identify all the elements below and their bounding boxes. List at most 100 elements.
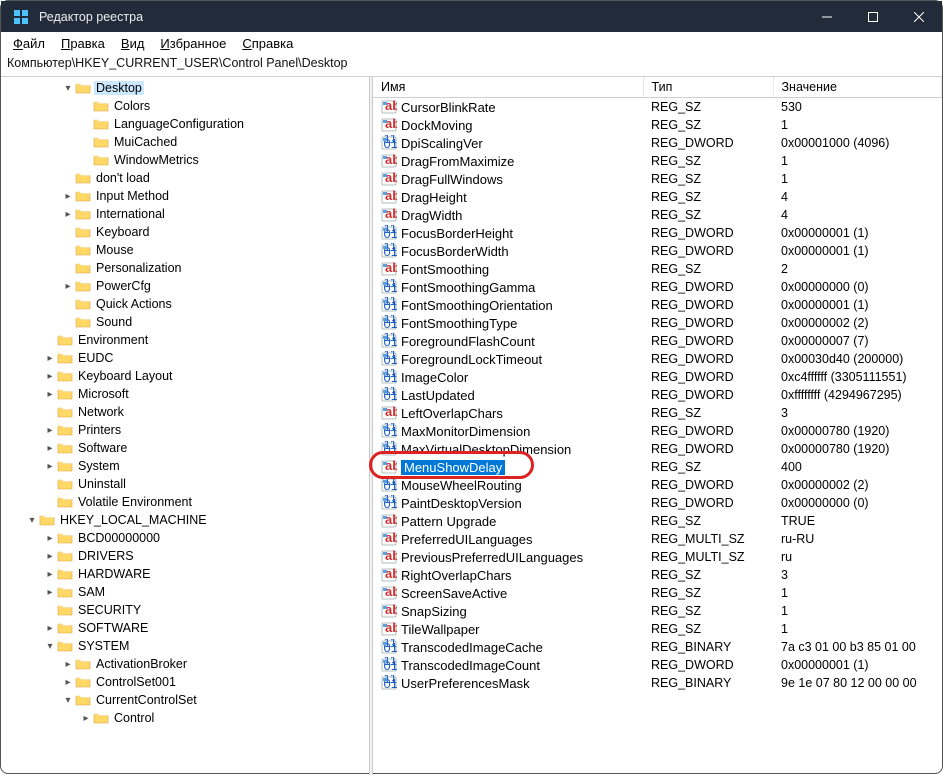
tree-item[interactable]: ▸MuiCached xyxy=(1,133,369,151)
tree-item[interactable]: ▾HKEY_LOCAL_MACHINE xyxy=(1,511,369,529)
tree-item[interactable]: ▸Microsoft xyxy=(1,385,369,403)
value-row[interactable]: FontSmoothingTypeREG_DWORD0x00000002 (2) xyxy=(373,314,942,332)
tree-item[interactable]: ▾CurrentControlSet xyxy=(1,691,369,709)
value-row[interactable]: TranscodedImageCacheREG_BINARY7a c3 01 0… xyxy=(373,638,942,656)
tree-item[interactable]: ▸WindowMetrics xyxy=(1,151,369,169)
tree-item[interactable]: ▸Sound xyxy=(1,313,369,331)
value-row[interactable]: ForegroundLockTimeoutREG_DWORD0x00030d40… xyxy=(373,350,942,368)
values-pane[interactable]: Имя Тип Значение CursorBlinkRateREG_SZ53… xyxy=(373,77,942,775)
menu-favorites[interactable]: Избранное xyxy=(152,34,234,53)
value-row[interactable]: CursorBlinkRateREG_SZ530 xyxy=(373,98,942,117)
chevron-right-icon[interactable]: ▸ xyxy=(43,459,57,473)
chevron-right-icon[interactable]: ▸ xyxy=(43,441,57,455)
tree-item[interactable]: ▸Keyboard Layout xyxy=(1,367,369,385)
value-row[interactable]: RightOverlapCharsREG_SZ3 xyxy=(373,566,942,584)
chevron-right-icon[interactable]: ▸ xyxy=(43,621,57,635)
value-row[interactable]: DragFromMaximizeREG_SZ1 xyxy=(373,152,942,170)
menu-help[interactable]: Справка xyxy=(234,34,301,53)
tree-item[interactable]: ▸SAM xyxy=(1,583,369,601)
tree-item[interactable]: ▸SECURITY xyxy=(1,601,369,619)
value-row[interactable]: MouseWheelRoutingREG_DWORD0x00000002 (2) xyxy=(373,476,942,494)
value-row[interactable]: PreferredUILanguagesREG_MULTI_SZru-RU xyxy=(373,530,942,548)
tree-item[interactable]: ▸Uninstall xyxy=(1,475,369,493)
tree-item[interactable]: ▸LanguageConfiguration xyxy=(1,115,369,133)
chevron-right-icon[interactable]: ▸ xyxy=(43,351,57,365)
chevron-right-icon[interactable]: ▸ xyxy=(43,585,57,599)
value-row[interactable]: MaxMonitorDimensionREG_DWORD0x00000780 (… xyxy=(373,422,942,440)
tree-item[interactable]: ▸Environment xyxy=(1,331,369,349)
titlebar[interactable]: Редактор реестра xyxy=(1,1,942,32)
value-row[interactable]: FontSmoothingOrientationREG_DWORD0x00000… xyxy=(373,296,942,314)
tree-item[interactable]: ▸PowerCfg xyxy=(1,277,369,295)
address-bar[interactable]: Компьютер\HKEY_CURRENT_USER\Control Pane… xyxy=(1,54,942,76)
tree-item[interactable]: ▸BCD00000000 xyxy=(1,529,369,547)
value-row[interactable]: ForegroundFlashCountREG_DWORD0x00000007 … xyxy=(373,332,942,350)
chevron-right-icon[interactable]: ▸ xyxy=(43,549,57,563)
chevron-down-icon[interactable]: ▾ xyxy=(43,639,57,653)
tree-pane[interactable]: ▾Desktop▸Colors▸LanguageConfiguration▸Mu… xyxy=(1,77,369,775)
value-row[interactable]: MenuShowDelayREG_SZ400 xyxy=(373,458,942,476)
tree-item[interactable]: ▸Volatile Environment xyxy=(1,493,369,511)
tree-item[interactable]: ▸Control xyxy=(1,709,369,727)
tree-item[interactable]: ▸EUDC xyxy=(1,349,369,367)
value-row[interactable]: DragHeightREG_SZ4 xyxy=(373,188,942,206)
chevron-right-icon[interactable]: ▸ xyxy=(61,675,75,689)
tree-item[interactable]: ▸Input Method xyxy=(1,187,369,205)
column-type[interactable]: Тип xyxy=(643,77,773,98)
tree-item[interactable]: ▸ActivationBroker xyxy=(1,655,369,673)
tree-item[interactable]: ▸ControlSet001 xyxy=(1,673,369,691)
menu-file[interactable]: Файл xyxy=(5,34,53,53)
value-row[interactable]: FocusBorderWidthREG_DWORD0x00000001 (1) xyxy=(373,242,942,260)
value-row[interactable]: UserPreferencesMaskREG_BINARY9e 1e 07 80… xyxy=(373,674,942,692)
value-row[interactable]: DpiScalingVerREG_DWORD0x00001000 (4096) xyxy=(373,134,942,152)
value-row[interactable]: PaintDesktopVersionREG_DWORD0x00000000 (… xyxy=(373,494,942,512)
tree-item[interactable]: ▸DRIVERS xyxy=(1,547,369,565)
menu-edit[interactable]: Правка xyxy=(53,34,113,53)
menu-view[interactable]: Вид xyxy=(113,34,153,53)
chevron-right-icon[interactable]: ▸ xyxy=(43,423,57,437)
tree-item[interactable]: ▸Quick Actions xyxy=(1,295,369,313)
chevron-right-icon[interactable]: ▸ xyxy=(61,207,75,221)
chevron-down-icon[interactable]: ▾ xyxy=(25,513,39,527)
chevron-right-icon[interactable]: ▸ xyxy=(43,567,57,581)
value-row[interactable]: FocusBorderHeightREG_DWORD0x00000001 (1) xyxy=(373,224,942,242)
value-row[interactable]: SnapSizingREG_SZ1 xyxy=(373,602,942,620)
value-row[interactable]: TileWallpaperREG_SZ1 xyxy=(373,620,942,638)
column-name[interactable]: Имя xyxy=(373,77,643,98)
value-row[interactable]: PreviousPreferredUILanguagesREG_MULTI_SZ… xyxy=(373,548,942,566)
chevron-right-icon[interactable]: ▸ xyxy=(61,657,75,671)
maximize-button[interactable] xyxy=(850,1,896,32)
chevron-right-icon[interactable]: ▸ xyxy=(43,369,57,383)
chevron-down-icon[interactable]: ▾ xyxy=(61,81,75,95)
tree-item[interactable]: ▸Network xyxy=(1,403,369,421)
column-data[interactable]: Значение xyxy=(773,77,942,98)
tree-item[interactable]: ▸don't load xyxy=(1,169,369,187)
tree-item[interactable]: ▸SOFTWARE xyxy=(1,619,369,637)
chevron-right-icon[interactable]: ▸ xyxy=(61,279,75,293)
value-row[interactable]: MaxVirtualDesktopDimensionREG_DWORD0x000… xyxy=(373,440,942,458)
tree-item[interactable]: ▸HARDWARE xyxy=(1,565,369,583)
value-row[interactable]: LeftOverlapCharsREG_SZ3 xyxy=(373,404,942,422)
chevron-right-icon[interactable]: ▸ xyxy=(43,387,57,401)
chevron-right-icon[interactable]: ▸ xyxy=(43,531,57,545)
tree-item[interactable]: ▾SYSTEM xyxy=(1,637,369,655)
value-row[interactable]: DockMovingREG_SZ1 xyxy=(373,116,942,134)
tree-item[interactable]: ▸System xyxy=(1,457,369,475)
value-row[interactable]: FontSmoothingGammaREG_DWORD0x00000000 (0… xyxy=(373,278,942,296)
value-row[interactable]: LastUpdatedREG_DWORD0xffffffff (42949672… xyxy=(373,386,942,404)
chevron-right-icon[interactable]: ▸ xyxy=(79,711,93,725)
minimize-button[interactable] xyxy=(804,1,850,32)
close-button[interactable] xyxy=(896,1,942,32)
tree-item[interactable]: ▸Colors xyxy=(1,97,369,115)
value-row[interactable]: ImageColorREG_DWORD0xc4ffffff (330511155… xyxy=(373,368,942,386)
tree-item[interactable]: ▸Mouse xyxy=(1,241,369,259)
value-row[interactable]: TranscodedImageCountREG_DWORD0x00000001 … xyxy=(373,656,942,674)
chevron-right-icon[interactable]: ▸ xyxy=(61,189,75,203)
value-row[interactable]: Pattern UpgradeREG_SZTRUE xyxy=(373,512,942,530)
tree-item[interactable]: ▸International xyxy=(1,205,369,223)
tree-item[interactable]: ▸Keyboard xyxy=(1,223,369,241)
tree-item[interactable]: ▸Software xyxy=(1,439,369,457)
value-row[interactable]: ScreenSaveActiveREG_SZ1 xyxy=(373,584,942,602)
value-row[interactable]: FontSmoothingREG_SZ2 xyxy=(373,260,942,278)
value-row[interactable]: DragFullWindowsREG_SZ1 xyxy=(373,170,942,188)
